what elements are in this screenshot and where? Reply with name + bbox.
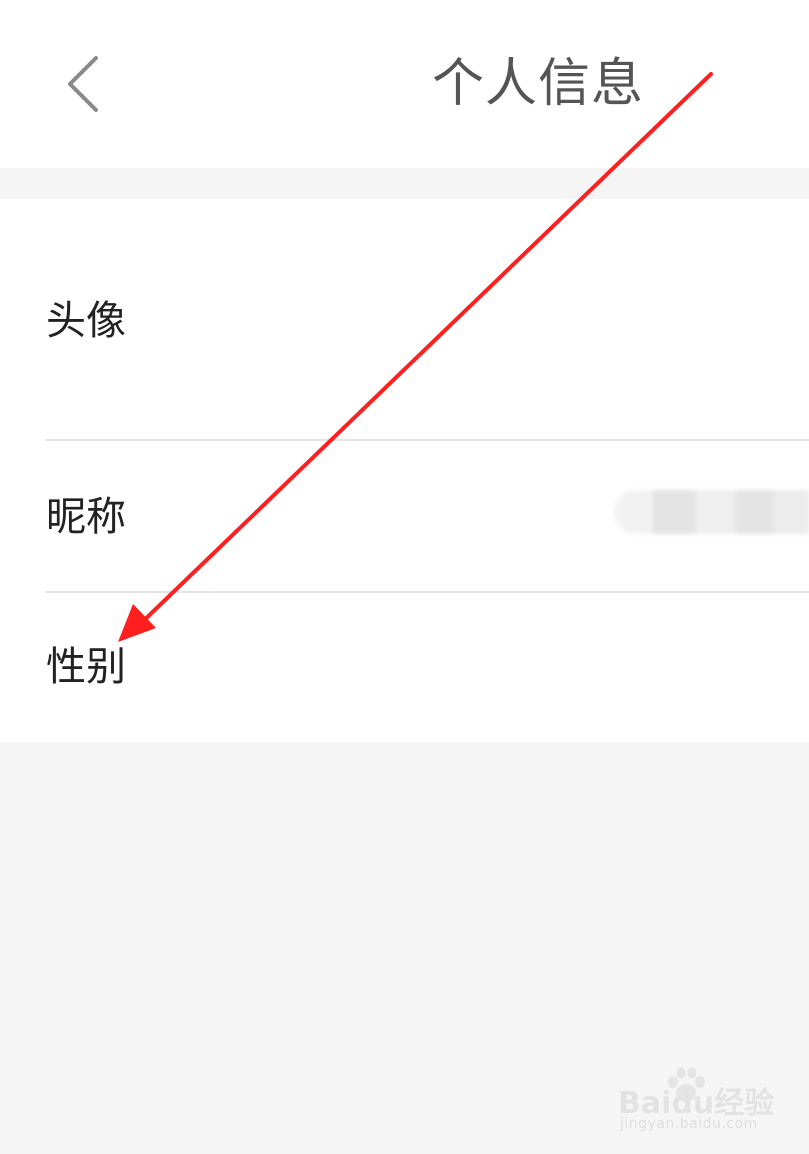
profile-list: 头像 昵称 性别 <box>0 199 809 742</box>
row-avatar[interactable]: 头像 <box>0 199 809 439</box>
header-bar: 个人信息 <box>0 0 809 168</box>
nickname-value-blurred <box>614 490 809 534</box>
watermark: Baidu经验 jingyan.baidu.com <box>618 1067 788 1138</box>
row-nickname[interactable]: 昵称 <box>0 441 809 591</box>
back-button[interactable] <box>52 48 116 120</box>
watermark-url: jingyan.baidu.com <box>620 1116 758 1132</box>
chevron-left-icon <box>68 56 98 112</box>
avatar-label: 头像 <box>46 298 126 344</box>
page-title: 个人信息 <box>432 54 645 114</box>
row-gender[interactable]: 性别 <box>0 593 809 742</box>
profile-page: 个人信息 头像 昵称 性别 Baidu经验 jingyan.baidu.com <box>0 0 809 1154</box>
gender-label: 性别 <box>46 644 126 690</box>
nickname-label: 昵称 <box>46 494 126 540</box>
